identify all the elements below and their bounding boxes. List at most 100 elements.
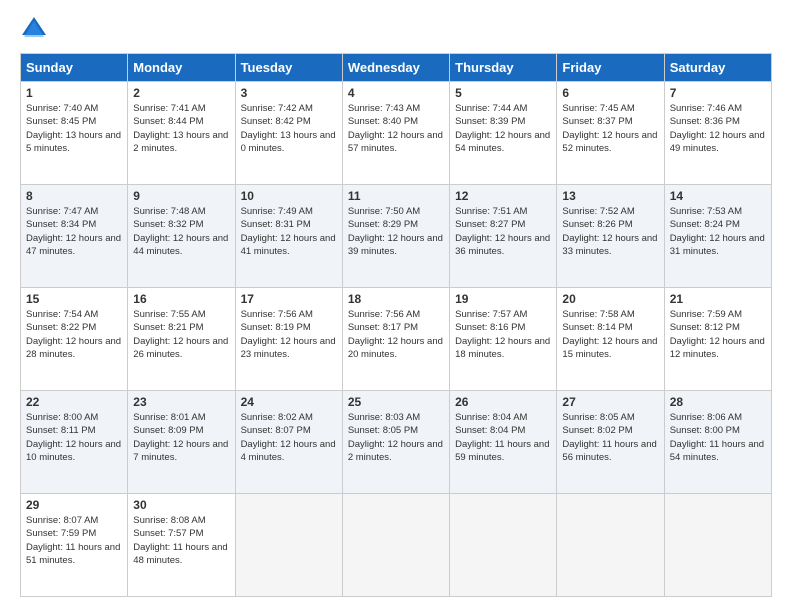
- calendar: SundayMondayTuesdayWednesdayThursdayFrid…: [20, 53, 772, 597]
- sunset-text: Sunset: 8:14 PM: [562, 321, 658, 334]
- day-number: 23: [133, 395, 229, 409]
- daylight-text: Daylight: 12 hours and 4 minutes.: [241, 438, 337, 465]
- sunset-text: Sunset: 8:00 PM: [670, 424, 766, 437]
- week-row-1: 1Sunrise: 7:40 AMSunset: 8:45 PMDaylight…: [21, 82, 772, 185]
- daylight-text: Daylight: 12 hours and 44 minutes.: [133, 232, 229, 259]
- day-number: 14: [670, 189, 766, 203]
- day-cell-8: 8Sunrise: 7:47 AMSunset: 8:34 PMDaylight…: [21, 185, 128, 288]
- daylight-text: Daylight: 12 hours and 54 minutes.: [455, 129, 551, 156]
- day-info: Sunrise: 7:51 AMSunset: 8:27 PMDaylight:…: [455, 205, 551, 258]
- sunrise-text: Sunrise: 7:41 AM: [133, 102, 229, 115]
- daylight-text: Daylight: 11 hours and 48 minutes.: [133, 541, 229, 568]
- sunset-text: Sunset: 8:44 PM: [133, 115, 229, 128]
- day-cell-20: 20Sunrise: 7:58 AMSunset: 8:14 PMDayligh…: [557, 288, 664, 391]
- sunset-text: Sunset: 8:27 PM: [455, 218, 551, 231]
- day-info: Sunrise: 7:48 AMSunset: 8:32 PMDaylight:…: [133, 205, 229, 258]
- col-header-saturday: Saturday: [664, 54, 771, 82]
- col-header-sunday: Sunday: [21, 54, 128, 82]
- day-info: Sunrise: 7:55 AMSunset: 8:21 PMDaylight:…: [133, 308, 229, 361]
- day-number: 25: [348, 395, 444, 409]
- calendar-header-row: SundayMondayTuesdayWednesdayThursdayFrid…: [21, 54, 772, 82]
- sunset-text: Sunset: 8:17 PM: [348, 321, 444, 334]
- daylight-text: Daylight: 12 hours and 7 minutes.: [133, 438, 229, 465]
- day-cell-19: 19Sunrise: 7:57 AMSunset: 8:16 PMDayligh…: [450, 288, 557, 391]
- sunrise-text: Sunrise: 7:56 AM: [348, 308, 444, 321]
- day-info: Sunrise: 7:43 AMSunset: 8:40 PMDaylight:…: [348, 102, 444, 155]
- day-info: Sunrise: 7:41 AMSunset: 8:44 PMDaylight:…: [133, 102, 229, 155]
- logo: [20, 15, 54, 43]
- day-cell-6: 6Sunrise: 7:45 AMSunset: 8:37 PMDaylight…: [557, 82, 664, 185]
- sunset-text: Sunset: 8:39 PM: [455, 115, 551, 128]
- sunrise-text: Sunrise: 8:02 AM: [241, 411, 337, 424]
- col-header-friday: Friday: [557, 54, 664, 82]
- day-info: Sunrise: 8:06 AMSunset: 8:00 PMDaylight:…: [670, 411, 766, 464]
- sunrise-text: Sunrise: 8:05 AM: [562, 411, 658, 424]
- sunrise-text: Sunrise: 8:08 AM: [133, 514, 229, 527]
- col-header-wednesday: Wednesday: [342, 54, 449, 82]
- day-number: 19: [455, 292, 551, 306]
- sunrise-text: Sunrise: 7:53 AM: [670, 205, 766, 218]
- daylight-text: Daylight: 12 hours and 23 minutes.: [241, 335, 337, 362]
- day-number: 8: [26, 189, 122, 203]
- day-number: 21: [670, 292, 766, 306]
- day-cell-17: 17 Sunrise: 7:56 AMSunset: 8:19 PMDayligh…: [235, 288, 342, 391]
- sunrise-text: Sunrise: 7:52 AM: [562, 205, 658, 218]
- day-number: 2: [133, 86, 229, 100]
- day-info: Sunrise: 7:56 AMSunset: 8:19 PMDaylight:…: [241, 308, 337, 361]
- day-number: 15: [26, 292, 122, 306]
- day-cell-3: 3Sunrise: 7:42 AMSunset: 8:42 PMDaylight…: [235, 82, 342, 185]
- day-number: 13: [562, 189, 658, 203]
- day-cell-15: 15 Sunrise: 7:54 AMSunset: 8:22 PMDayligh…: [21, 288, 128, 391]
- empty-cell: [664, 494, 771, 597]
- page: SundayMondayTuesdayWednesdayThursdayFrid…: [0, 0, 792, 612]
- day-number: 30: [133, 498, 229, 512]
- sunset-text: Sunset: 8:31 PM: [241, 218, 337, 231]
- day-cell-25: 25 Sunrise: 8:03 AMSunset: 8:05 PMDayligh…: [342, 391, 449, 494]
- day-number: 11: [348, 189, 444, 203]
- daylight-text: Daylight: 11 hours and 59 minutes.: [455, 438, 551, 465]
- day-number: 12: [455, 189, 551, 203]
- day-cell-13: 13Sunrise: 7:52 AMSunset: 8:26 PMDayligh…: [557, 185, 664, 288]
- day-cell-23: 23 Sunrise: 8:01 AMSunset: 8:09 PMDayligh…: [128, 391, 235, 494]
- daylight-text: Daylight: 12 hours and 18 minutes.: [455, 335, 551, 362]
- day-cell-24: 24Sunrise: 8:02 AMSunset: 8:07 PMDayligh…: [235, 391, 342, 494]
- sunset-text: Sunset: 8:11 PM: [26, 424, 122, 437]
- daylight-text: Daylight: 12 hours and 39 minutes.: [348, 232, 444, 259]
- logo-icon: [20, 15, 48, 43]
- week-row-5: 29Sunrise: 8:07 AMSunset: 7:59 PMDayligh…: [21, 494, 772, 597]
- day-info: Sunrise: 7:56 AMSunset: 8:17 PMDaylight:…: [348, 308, 444, 361]
- day-info: Sunrise: 7:59 AMSunset: 8:12 PMDaylight:…: [670, 308, 766, 361]
- empty-cell: [450, 494, 557, 597]
- sunset-text: Sunset: 8:12 PM: [670, 321, 766, 334]
- day-info: Sunrise: 7:54 AMSunset: 8:22 PMDaylight:…: [26, 308, 122, 361]
- col-header-thursday: Thursday: [450, 54, 557, 82]
- sunrise-text: Sunrise: 8:01 AM: [133, 411, 229, 424]
- sunrise-text: Sunrise: 7:59 AM: [670, 308, 766, 321]
- day-cell-30: 30Sunrise: 8:08 AMSunset: 7:57 PMDayligh…: [128, 494, 235, 597]
- sunset-text: Sunset: 8:29 PM: [348, 218, 444, 231]
- empty-cell: [342, 494, 449, 597]
- daylight-text: Daylight: 12 hours and 31 minutes.: [670, 232, 766, 259]
- day-number: 28: [670, 395, 766, 409]
- day-info: Sunrise: 7:49 AMSunset: 8:31 PMDaylight:…: [241, 205, 337, 258]
- sunset-text: Sunset: 8:04 PM: [455, 424, 551, 437]
- daylight-text: Daylight: 11 hours and 56 minutes.: [562, 438, 658, 465]
- sunrise-text: Sunrise: 8:00 AM: [26, 411, 122, 424]
- day-cell-22: 22Sunrise: 8:00 AMSunset: 8:11 PMDayligh…: [21, 391, 128, 494]
- daylight-text: Daylight: 12 hours and 36 minutes.: [455, 232, 551, 259]
- day-number: 22: [26, 395, 122, 409]
- day-info: Sunrise: 8:01 AMSunset: 8:09 PMDaylight:…: [133, 411, 229, 464]
- day-cell-16: 16Sunrise: 7:55 AMSunset: 8:21 PMDayligh…: [128, 288, 235, 391]
- sunrise-text: Sunrise: 8:03 AM: [348, 411, 444, 424]
- sunset-text: Sunset: 8:19 PM: [241, 321, 337, 334]
- sunrise-text: Sunrise: 7:45 AM: [562, 102, 658, 115]
- daylight-text: Daylight: 12 hours and 49 minutes.: [670, 129, 766, 156]
- day-info: Sunrise: 8:03 AMSunset: 8:05 PMDaylight:…: [348, 411, 444, 464]
- sunrise-text: Sunrise: 7:49 AM: [241, 205, 337, 218]
- day-number: 17: [241, 292, 337, 306]
- sunrise-text: Sunrise: 7:57 AM: [455, 308, 551, 321]
- day-cell-27: 27Sunrise: 8:05 AMSunset: 8:02 PMDayligh…: [557, 391, 664, 494]
- sunrise-text: Sunrise: 7:58 AM: [562, 308, 658, 321]
- daylight-text: Daylight: 12 hours and 52 minutes.: [562, 129, 658, 156]
- sunrise-text: Sunrise: 7:51 AM: [455, 205, 551, 218]
